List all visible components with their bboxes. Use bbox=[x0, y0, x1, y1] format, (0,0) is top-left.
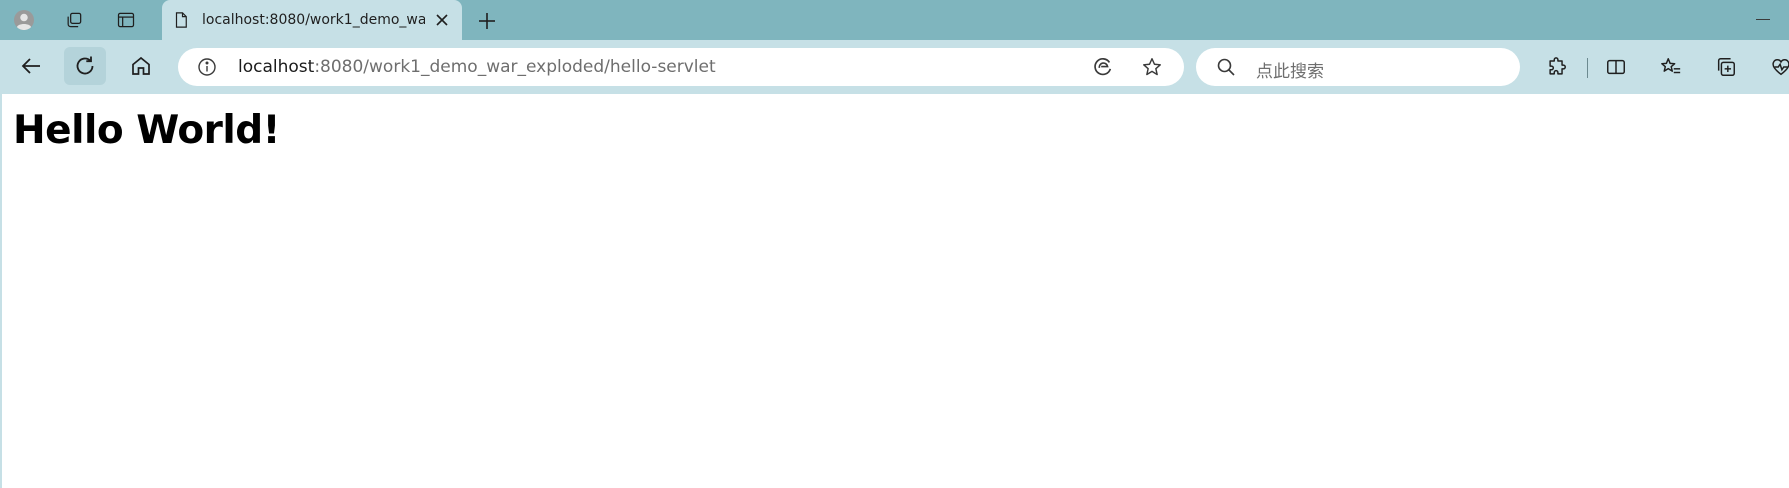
collections-button[interactable] bbox=[1709, 50, 1743, 84]
home-icon bbox=[132, 56, 150, 75]
puzzle-icon bbox=[1549, 57, 1566, 75]
tab-actions-icon bbox=[117, 12, 135, 28]
favorites-button[interactable] bbox=[1654, 50, 1688, 84]
page-content: Hello World! bbox=[2, 94, 1789, 488]
workspaces-icon bbox=[67, 12, 82, 28]
heart-pulse-icon bbox=[1772, 59, 1789, 76]
home-button[interactable] bbox=[120, 47, 162, 85]
avatar-icon bbox=[14, 10, 34, 30]
page-icon bbox=[175, 12, 187, 28]
back-arrow-icon bbox=[21, 58, 40, 74]
tab-active[interactable]: localhost:8080/work1_demo_war_ bbox=[162, 0, 462, 40]
new-tab-button[interactable] bbox=[472, 6, 502, 36]
tab-close-button[interactable] bbox=[432, 10, 452, 30]
url-path: :8080/work1_demo_war_exploded/hello-serv… bbox=[314, 57, 716, 77]
minimize-button[interactable] bbox=[1756, 19, 1770, 20]
vertical-tabs-button[interactable] bbox=[110, 4, 142, 36]
refresh-button[interactable] bbox=[64, 47, 106, 85]
info-icon[interactable] bbox=[197, 57, 217, 77]
browser-window: localhost:8080/work1_demo_war_ localhost… bbox=[0, 0, 1789, 488]
url-host: localhost bbox=[238, 57, 315, 77]
profile-avatar-button[interactable] bbox=[8, 4, 40, 36]
workspaces-button[interactable] bbox=[58, 4, 90, 36]
plus-icon bbox=[479, 13, 495, 29]
refresh-icon bbox=[76, 56, 94, 75]
favorites-list-icon bbox=[1661, 58, 1681, 74]
split-screen-icon bbox=[1607, 59, 1625, 75]
back-button[interactable] bbox=[10, 47, 52, 85]
address-bar[interactable]: localhost:8080/work1_demo_war_exploded/h… bbox=[178, 48, 1184, 86]
search-placeholder: 点此搜索 bbox=[1256, 62, 1324, 82]
split-screen-button[interactable] bbox=[1599, 50, 1633, 84]
tab-strip: localhost:8080/work1_demo_war_ bbox=[0, 0, 1789, 40]
collections-icon bbox=[1717, 58, 1735, 76]
tab-title: localhost:8080/work1_demo_war_ bbox=[202, 12, 425, 28]
close-icon bbox=[436, 14, 448, 26]
browser-essentials-button[interactable] bbox=[1764, 50, 1789, 84]
navigation-toolbar: localhost:8080/work1_demo_war_exploded/h… bbox=[0, 40, 1789, 94]
toolbar-divider bbox=[1587, 58, 1588, 78]
app-available-icon[interactable] bbox=[1092, 56, 1114, 78]
extensions-button[interactable] bbox=[1540, 50, 1574, 84]
search-icon bbox=[1217, 58, 1235, 76]
search-box[interactable]: 点此搜索 bbox=[1196, 48, 1520, 86]
page-heading: Hello World! bbox=[13, 108, 280, 153]
favorite-star-icon[interactable] bbox=[1141, 56, 1163, 78]
url-text[interactable]: localhost:8080/work1_demo_war_exploded/h… bbox=[238, 57, 716, 77]
